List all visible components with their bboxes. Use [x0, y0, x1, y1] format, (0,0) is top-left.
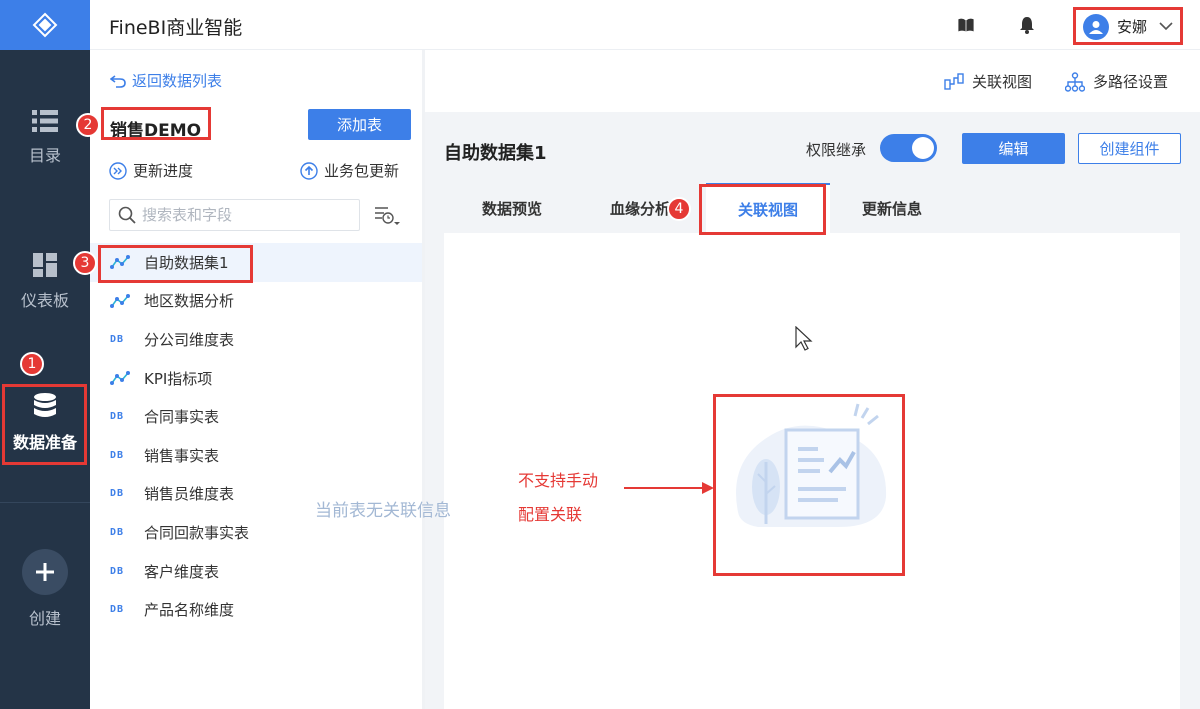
annotation-note-line: 配置关联: [518, 505, 583, 524]
sort-filter-icon[interactable]: [374, 205, 400, 227]
table-list-item[interactable]: KPI指标项: [90, 359, 422, 398]
annotation-badge: 3: [73, 251, 97, 275]
db-table-icon: DB: [110, 527, 132, 538]
relation-view-icon: [944, 72, 964, 90]
db-icon-text: DB: [110, 333, 125, 345]
annotation-box-dataset-item: [98, 245, 253, 283]
dashboard-icon: [33, 253, 57, 277]
self-service-dataset-icon: [110, 370, 132, 386]
table-name: 产品名称维度: [144, 601, 235, 620]
left-rail: 目录 仪表板 数据准备 创建: [0, 0, 90, 709]
db-icon-text: DB: [110, 526, 125, 538]
update-progress-label: 更新进度: [133, 162, 194, 180]
upload-circle-icon: [300, 161, 318, 180]
annotation-box-user: [1073, 7, 1183, 45]
annotation-box-package-name: [101, 107, 211, 140]
create-component-button[interactable]: 创建组件: [1078, 133, 1181, 164]
relation-view-label: 关联视图: [972, 73, 1033, 91]
table-name: 客户维度表: [144, 562, 220, 581]
annotation-box-empty-state: [713, 394, 905, 576]
db-icon-text: DB: [110, 604, 125, 616]
db-table-icon: DB: [110, 604, 132, 615]
rail-divider: [0, 502, 90, 503]
create-button[interactable]: [22, 549, 68, 595]
dataset-detail-panel: 关联视图 多路径设置 自助数据集1 权限继承 编辑 创建组件 数据预览 血缘分析…: [425, 50, 1200, 709]
table-list-item[interactable]: 地区数据分析: [90, 282, 422, 321]
package-update-link[interactable]: 业务包更新: [300, 160, 399, 181]
package-update-label: 业务包更新: [324, 162, 400, 180]
table-name: 地区数据分析: [144, 292, 235, 311]
multipath-settings-link[interactable]: 多路径设置: [1065, 71, 1168, 92]
table-name: 合同回款事实表: [144, 523, 250, 542]
search-icon: [118, 206, 136, 224]
empty-state-text: 当前表无关联信息: [315, 501, 451, 521]
db-table-icon: DB: [110, 450, 132, 461]
progress-icon: [109, 161, 127, 180]
hierarchy-icon: [1065, 71, 1085, 92]
db-icon-text: DB: [110, 488, 125, 500]
bell-icon[interactable]: [1019, 16, 1035, 34]
top-bar: FineBI商业智能 安娜: [90, 0, 1200, 50]
table-list-item[interactable]: DB 分公司维度表: [90, 320, 422, 359]
package-panel: 返回数据列表 销售DEMO 添加表 更新进度 业务包更新 自助数据集1地区数据分…: [90, 50, 422, 709]
right-toolbar: 关联视图 多路径设置: [425, 50, 1200, 112]
db-table-icon: DB: [110, 411, 132, 422]
logo[interactable]: [0, 0, 90, 50]
rail-item-label: 仪表板: [20, 291, 69, 310]
update-progress-link[interactable]: 更新进度: [109, 160, 193, 181]
db-icon-text: DB: [110, 411, 125, 423]
table-name: 销售事实表: [144, 446, 220, 465]
rail-item-create[interactable]: 创建: [0, 549, 90, 629]
back-link-label: 返回数据列表: [132, 72, 223, 90]
plus-icon: [36, 563, 54, 581]
annotation-badge: 1: [20, 352, 44, 376]
table-name: KPI指标项: [144, 369, 213, 388]
edit-button[interactable]: 编辑: [962, 133, 1065, 164]
dataset-title: 自助数据集1: [444, 143, 547, 164]
table-name: 销售员维度表: [144, 485, 235, 504]
app-title: FineBI商业智能: [109, 17, 243, 39]
table-list-item[interactable]: DB 合同事实表: [90, 397, 422, 436]
table-list: 自助数据集1 地区数据分析 DB 分公司维度表 KPI指标项 DB 合同事实表 DB 销售事实表…: [90, 243, 422, 629]
table-name: 分公司维度表: [144, 330, 235, 349]
relation-view-link[interactable]: 关联视图: [944, 71, 1032, 92]
toggle-knob: [912, 137, 934, 159]
db-icon-text: DB: [110, 449, 125, 461]
return-arrow-icon: [110, 74, 126, 88]
back-to-data-list-link[interactable]: 返回数据列表: [110, 70, 222, 91]
table-search[interactable]: [109, 199, 360, 231]
tab-update-info[interactable]: 更新信息: [842, 183, 942, 233]
table-list-item[interactable]: DB 产品名称维度: [90, 590, 422, 629]
logo-icon: [32, 12, 58, 38]
db-icon-text: DB: [110, 565, 125, 577]
db-table-icon: DB: [110, 566, 132, 577]
annotation-box-relation-tab: [699, 184, 826, 235]
permission-inherit-label: 权限继承: [806, 141, 867, 159]
book-icon[interactable]: [957, 16, 975, 34]
annotation-badge: 2: [76, 113, 100, 137]
annotation-badge: 4: [667, 197, 691, 221]
permission-inherit-toggle[interactable]: [880, 134, 937, 162]
db-table-icon: DB: [110, 334, 132, 345]
mouse-cursor-icon: [795, 326, 813, 351]
multipath-label: 多路径设置: [1093, 73, 1169, 91]
annotation-box-data-prep: [2, 384, 87, 465]
db-table-icon: DB: [110, 488, 132, 499]
self-service-dataset-icon: [110, 293, 132, 309]
search-input[interactable]: [142, 206, 342, 224]
table-list-item[interactable]: DB 客户维度表: [90, 552, 422, 591]
rail-item-label: 创建: [28, 609, 61, 628]
rail-item-label: 目录: [28, 146, 61, 165]
list-icon: [32, 110, 58, 132]
table-name: 合同事实表: [144, 408, 220, 427]
annotation-note-line: 不支持手动: [518, 471, 599, 490]
annotation-arrow-icon: [624, 482, 714, 494]
add-table-button[interactable]: 添加表: [308, 109, 411, 140]
table-list-item[interactable]: DB 销售事实表: [90, 436, 422, 475]
annotation-note: 不支持手动 配置关联: [518, 464, 598, 532]
tab-data-preview[interactable]: 数据预览: [462, 183, 562, 233]
